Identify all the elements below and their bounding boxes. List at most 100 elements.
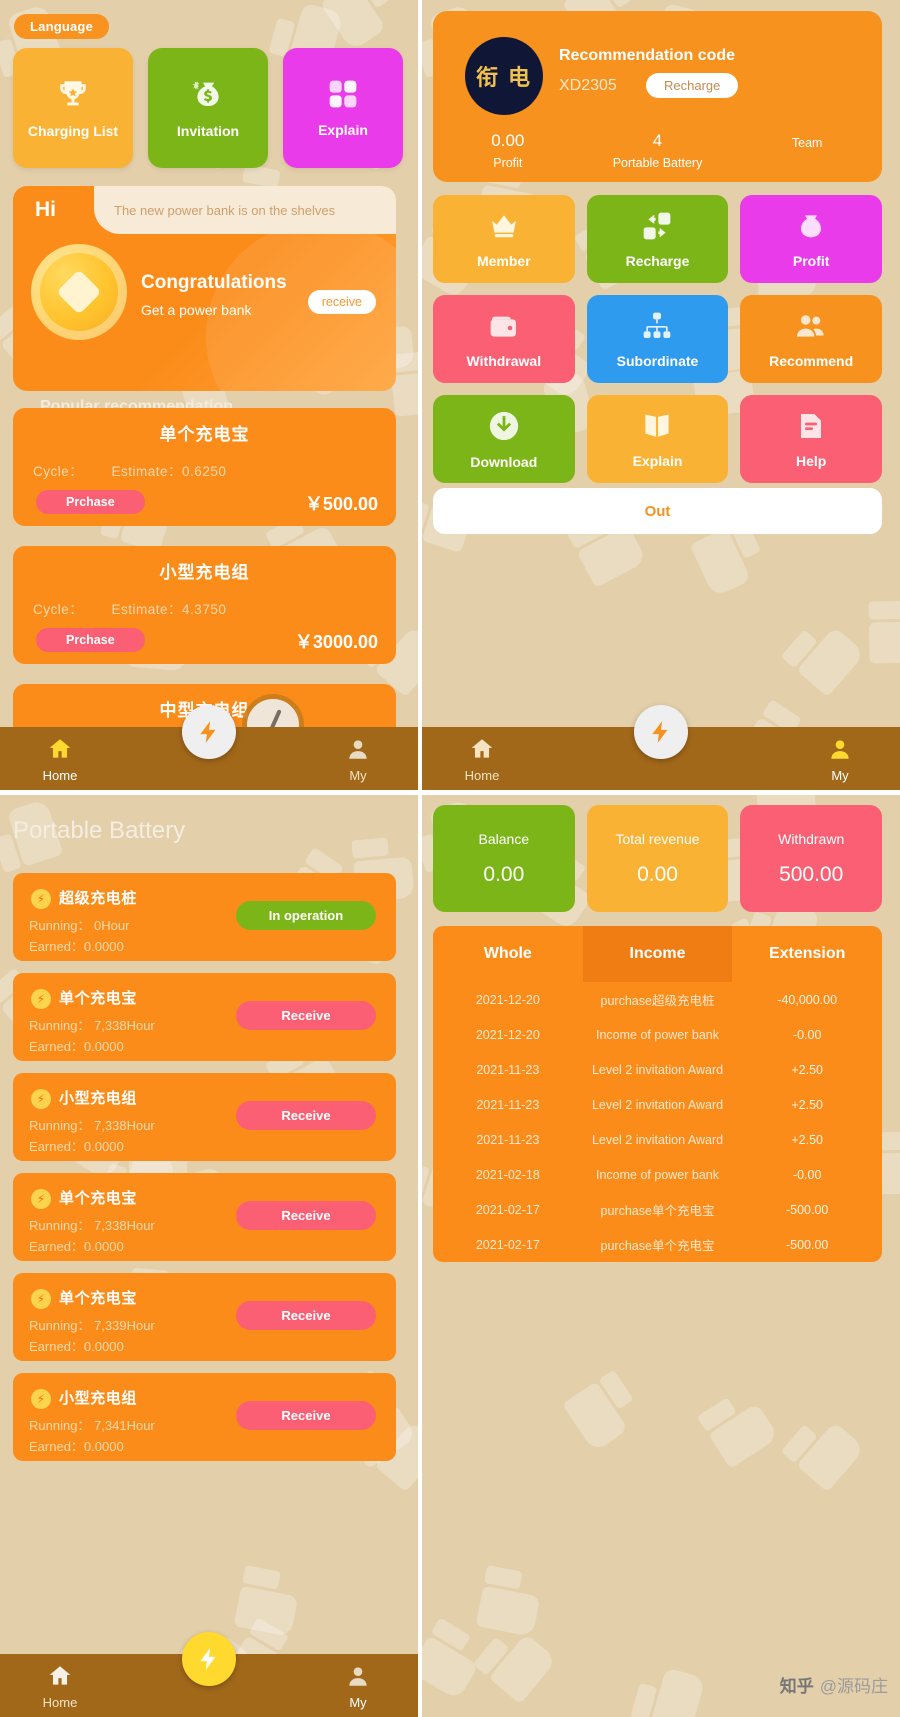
- battery-running: Running： 7,338Hour: [29, 1218, 155, 1233]
- portable-battery-screen: Portable Battery ⚡ 超级充电桩 Running： 0Hour …: [0, 795, 418, 1717]
- battery-name: 小型充电组: [59, 1090, 138, 1107]
- stat-value: 4: [652, 131, 663, 150]
- user-icon: [827, 736, 853, 765]
- menu-item-help[interactable]: Help: [740, 395, 882, 483]
- nav-item-home[interactable]: Home: [0, 1663, 120, 1710]
- grid-icon: [327, 78, 359, 110]
- people-icon: [795, 310, 827, 345]
- battery-action-button[interactable]: Receive: [236, 1301, 376, 1330]
- purchase-button[interactable]: Prchase: [36, 490, 145, 514]
- menu-item-recommend[interactable]: Recommend: [740, 295, 882, 383]
- table-row: 2021-11-23 Level 2 invitation Award +2.5…: [433, 1122, 882, 1157]
- banner-notice: The new power bank is on the shelves: [94, 186, 396, 234]
- tab-income[interactable]: Income: [582, 926, 733, 982]
- stat-value: 0.00: [483, 862, 525, 886]
- battery-running: Running： 7,338Hour: [29, 1118, 155, 1133]
- thumbs-up-icon: [234, 1565, 303, 1637]
- table-row: 2021-11-23 Level 2 invitation Award +2.5…: [433, 1087, 882, 1122]
- banner-greeting: Hi: [35, 198, 56, 221]
- language-button[interactable]: Language: [14, 14, 109, 39]
- battery-list-item[interactable]: ⚡ 单个充电宝 Running： 7,338Hour Earned：0.0000…: [13, 973, 396, 1061]
- product-meta: Cycle： Estimate：4.3750: [33, 598, 250, 618]
- table-row: 2021-02-18 Income of power bank -0.00: [433, 1157, 882, 1192]
- transaction-tabs: Whole Income Extension: [433, 926, 882, 982]
- tab-whole[interactable]: Whole: [433, 926, 583, 982]
- menu-item-withdrawal[interactable]: Withdrawal: [433, 295, 575, 383]
- battery-list-item[interactable]: ⚡ 小型充电组 Running： 7,341Hour Earned：0.0000…: [13, 1373, 396, 1461]
- lightning-bolt-icon[interactable]: [182, 705, 236, 759]
- wallet-stat-total-revenue: Total revenue 0.00: [586, 805, 729, 912]
- transaction-table: Whole Income Extension 2021-12-20 purcha…: [433, 926, 882, 1262]
- battery-action-button[interactable]: Receive: [236, 1001, 376, 1030]
- menu-item-download[interactable]: Download: [433, 395, 575, 483]
- battery-list-item[interactable]: ⚡ 小型充电组 Running： 7,338Hour Earned：0.0000…: [13, 1073, 396, 1161]
- menu-item-recharge[interactable]: Recharge: [586, 195, 729, 283]
- home-icon: [469, 736, 495, 765]
- thumbs-up-icon: [781, 613, 866, 697]
- promo-banner[interactable]: The new power bank is on the shelves Hi …: [13, 186, 396, 391]
- battery-name: 单个充电宝: [59, 1290, 138, 1307]
- stat-value: 500.00: [779, 862, 844, 886]
- battery-running: Running： 0Hour: [29, 918, 130, 933]
- battery-action-button[interactable]: Receive: [236, 1401, 376, 1430]
- product-card[interactable]: 小型充电组 Cycle： Estimate：4.3750 Prchase ￥30…: [13, 546, 396, 664]
- lightning-bolt-icon: ⚡: [31, 1089, 51, 1109]
- menu-item-member[interactable]: Member: [433, 195, 575, 283]
- menu-item-subordinate[interactable]: Subordinate: [586, 295, 729, 383]
- nav-item-home[interactable]: Home: [422, 736, 542, 783]
- download-icon: [487, 409, 521, 446]
- tile-label: Invitation: [176, 123, 240, 139]
- battery-action-button[interactable]: Receive: [236, 1101, 376, 1130]
- cell-desc: Level 2 invitation Award: [591, 1132, 724, 1147]
- menu-item-explain[interactable]: Explain: [586, 395, 729, 483]
- cell-amount: -0.00: [792, 1167, 822, 1182]
- lightning-bolt-icon[interactable]: [182, 1632, 236, 1686]
- thumbs-up-icon: [473, 1620, 558, 1704]
- recharge-button[interactable]: Recharge: [646, 73, 739, 98]
- tile-charging-list[interactable]: Charging List: [13, 48, 133, 168]
- logout-button[interactable]: Out: [433, 488, 882, 534]
- battery-list-item[interactable]: ⚡ 超级充电桩 Running： 0Hour Earned：0.0000 In …: [13, 873, 396, 961]
- nav-item-my[interactable]: My: [298, 736, 418, 783]
- menu-label: Profit: [792, 252, 830, 269]
- cell-desc: Income of power bank: [596, 1027, 719, 1042]
- cell-desc: purchase单个充电宝: [600, 1204, 715, 1218]
- lightning-bolt-icon[interactable]: [634, 705, 688, 759]
- battery-action-button[interactable]: Receive: [236, 1201, 376, 1230]
- nav-item-home[interactable]: Home: [0, 736, 120, 783]
- nav-item-my[interactable]: My: [780, 736, 900, 783]
- cell-date: 2021-02-18: [475, 1167, 540, 1182]
- battery-running: Running： 7,338Hour: [29, 1018, 155, 1033]
- nav-item-my[interactable]: My: [298, 1663, 418, 1710]
- tab-extension[interactable]: Extension: [732, 926, 882, 982]
- battery-running: Running： 7,341Hour: [29, 1418, 155, 1433]
- product-card[interactable]: 单个充电宝 Cycle： Estimate：0.6250 Prchase ￥50…: [13, 408, 396, 526]
- money-bag-icon: [795, 210, 827, 245]
- avatar[interactable]: 衔 电: [465, 37, 543, 115]
- crown-icon: [488, 210, 520, 245]
- user-icon: [345, 1663, 371, 1692]
- lightning-bolt-icon: ⚡: [31, 1289, 51, 1309]
- battery-action-button[interactable]: In operation: [236, 901, 376, 930]
- battery-list-item[interactable]: ⚡ 单个充电宝 Running： 7,338Hour Earned：0.0000…: [13, 1173, 396, 1261]
- purchase-button[interactable]: Prchase: [36, 628, 145, 652]
- wallet-icon: [488, 310, 520, 345]
- cell-date: 2021-11-23: [476, 1062, 540, 1077]
- menu-label: Subordinate: [616, 352, 699, 369]
- battery-earned: Earned：0.0000: [29, 1239, 124, 1254]
- receive-button[interactable]: receive: [307, 290, 376, 314]
- thumbs-up-icon: [868, 600, 900, 663]
- lightning-bolt-icon: ⚡: [31, 1389, 51, 1409]
- my-account-screen: 衔 电 Recommendation code XD2305 Recharge …: [422, 0, 900, 790]
- nav-label: Home: [464, 768, 500, 783]
- product-name: 小型充电组: [159, 563, 250, 582]
- menu-item-profit[interactable]: Profit: [740, 195, 882, 283]
- tile-explain[interactable]: Explain: [283, 48, 403, 168]
- watermark-logo: 知乎: [779, 1677, 814, 1696]
- stat-label: Team: [791, 136, 823, 150]
- battery-list-item[interactable]: ⚡ 单个充电宝 Running： 7,339Hour Earned：0.0000…: [13, 1273, 396, 1361]
- tile-invitation[interactable]: Invitation: [148, 48, 268, 168]
- user-icon: [345, 736, 371, 765]
- cell-date: 2021-11-23: [476, 1097, 540, 1112]
- nav-label: My: [349, 1695, 367, 1710]
